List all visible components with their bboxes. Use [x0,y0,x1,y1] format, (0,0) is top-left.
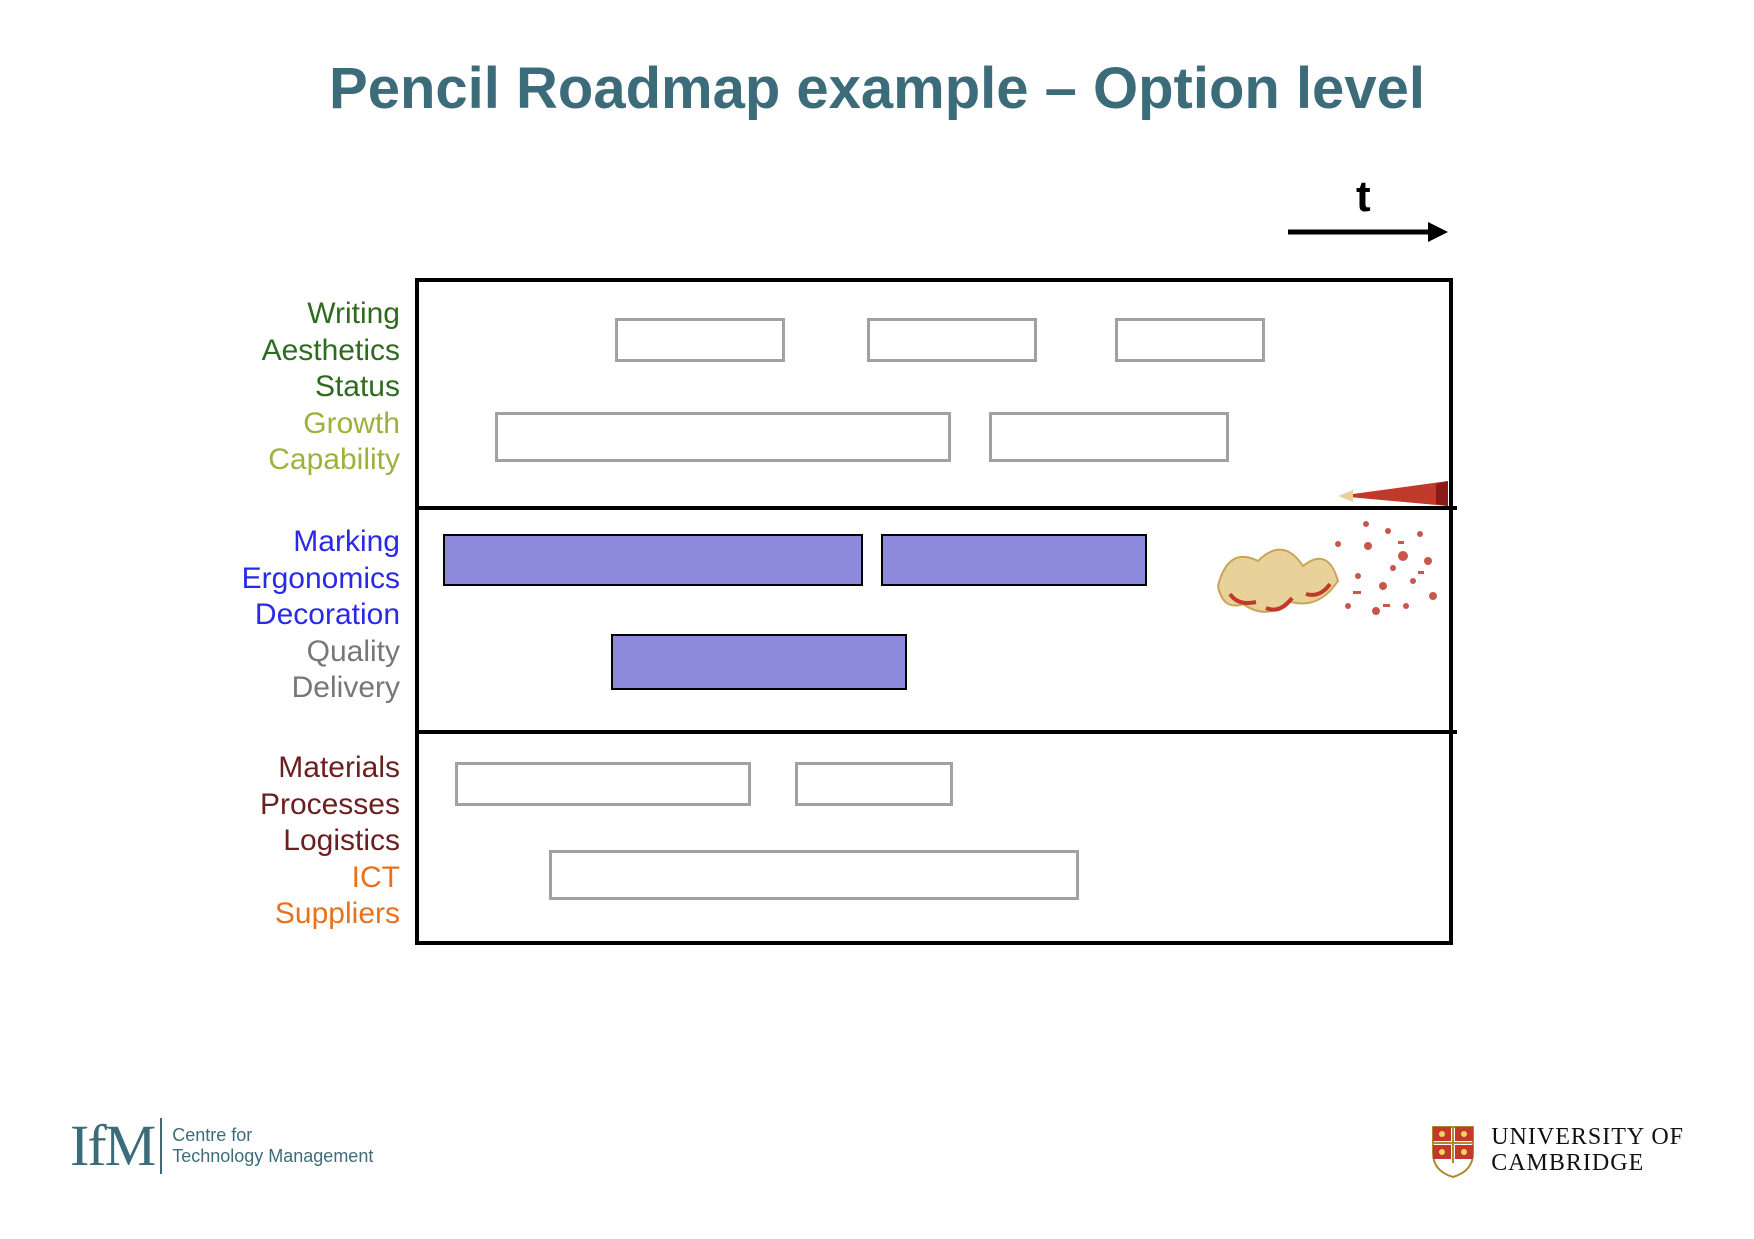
ifm-subtext-line1: Centre for [172,1125,252,1145]
bar-top-5 [989,412,1229,462]
label-aesthetics: Aesthetics [100,333,400,370]
row-labels-column: Writing Aesthetics Status Growth Capabil… [100,278,400,945]
label-growth: Growth [100,406,400,443]
label-processes: Processes [100,787,400,824]
label-ergonomics: Ergonomics [100,561,400,598]
ifm-subtext-line2: Technology Management [172,1146,373,1166]
label-suppliers: Suppliers [100,896,400,933]
bar-top-4 [495,412,951,462]
bar-bot-2 [795,762,953,806]
label-marking: Marking [100,524,400,561]
ifm-subtext: Centre for Technology Management [172,1125,373,1166]
cambridge-shield-icon [1429,1123,1477,1179]
label-materials: Materials [100,750,400,787]
footer-cambridge-logo: UNIVERSITY OF CAMBRIDGE [1429,1123,1684,1179]
slide-title: Pencil Roadmap example – Option level [0,55,1754,122]
bar-mid-3 [611,634,907,690]
cambridge-text-line2: CAMBRIDGE [1491,1150,1644,1176]
row-top-labels: Writing Aesthetics Status Growth Capabil… [100,296,400,479]
time-axis-label: t [1356,172,1371,222]
label-ict: ICT [100,860,400,897]
bar-bot-1 [455,762,751,806]
slide: Pencil Roadmap example – Option level t … [0,0,1754,1239]
label-logistics: Logistics [100,823,400,860]
label-quality: Quality [100,634,400,671]
ifm-wordmark: IfM [70,1112,154,1179]
ifm-separator-icon [160,1118,162,1174]
time-axis: t [1288,180,1448,240]
label-decoration: Decoration [100,597,400,634]
bar-mid-2 [881,534,1147,586]
bar-top-1 [615,318,785,362]
bar-bot-3 [549,850,1079,900]
pencil-shavings-image [1188,476,1448,636]
label-capability: Capability [100,442,400,479]
label-status: Status [100,369,400,406]
bar-mid-1 [443,534,863,586]
footer-ifm-logo: IfM Centre for Technology Management [70,1112,373,1179]
label-delivery: Delivery [100,670,400,707]
bar-top-3 [1115,318,1265,362]
row-bottom-labels: Materials Processes Logistics ICT Suppli… [100,750,400,933]
cambridge-text: UNIVERSITY OF CAMBRIDGE [1491,1125,1684,1177]
row-separator-2 [415,730,1457,734]
cambridge-text-line1: UNIVERSITY OF [1491,1124,1684,1150]
time-arrow-icon [1288,220,1448,244]
row-middle-labels: Marking Ergonomics Decoration Quality De… [100,524,400,707]
bar-top-2 [867,318,1037,362]
label-writing: Writing [100,296,400,333]
